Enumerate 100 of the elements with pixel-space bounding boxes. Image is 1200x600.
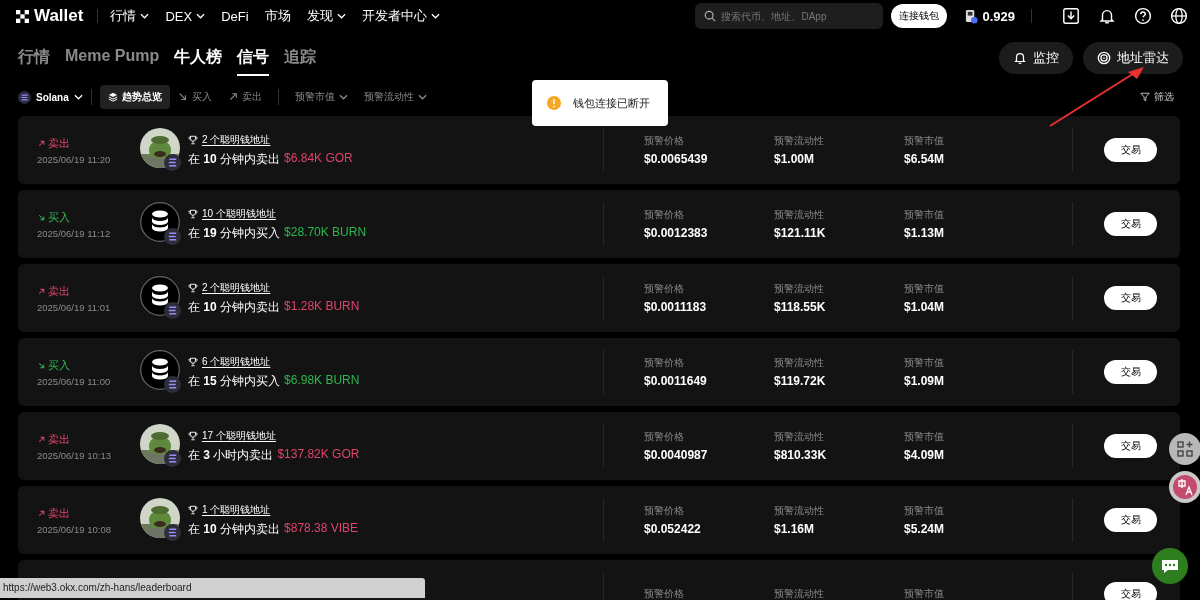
trade-amount: $137.82K GOR — [277, 446, 360, 463]
translate-icon[interactable] — [1169, 471, 1200, 503]
trade-side-label: 卖出 — [48, 135, 70, 151]
smart-wallet-link[interactable]: 2 个聪明钱地址 — [202, 280, 271, 295]
metric-value: $810.33K — [774, 447, 828, 462]
smart-wallet-link[interactable]: 2 个聪明钱地址 — [202, 132, 271, 147]
smart-wallet-link[interactable]: 10 个聪明钱地址 — [202, 206, 276, 221]
metric-value: $0.0012383 — [644, 225, 709, 240]
metric-label: 预警市值 — [904, 430, 945, 444]
bell-icon — [1013, 51, 1027, 65]
tab[interactable]: 行情 — [18, 40, 50, 76]
metric-label: 预警价格 — [644, 430, 685, 444]
trade-button[interactable]: 交易 — [1104, 212, 1157, 236]
trade-side-label: 卖出 — [48, 431, 70, 447]
tab[interactable]: Meme Pump — [65, 40, 160, 76]
trade-button[interactable]: 交易 — [1104, 434, 1157, 458]
chevron-down-icon — [338, 94, 348, 100]
apps-icon[interactable] — [1169, 433, 1200, 465]
metric-value: $1.04M — [904, 299, 946, 314]
nav-menu-item[interactable]: 行情 — [110, 7, 137, 25]
action-button[interactable]: 地址雷达 — [1083, 42, 1183, 74]
chevron-down-icon[interactable] — [140, 13, 150, 19]
trade-button[interactable]: 交易 — [1104, 138, 1157, 162]
smart-wallet-link[interactable]: 1 个聪明钱地址 — [202, 502, 271, 517]
help-icon[interactable] — [1134, 7, 1152, 25]
metric-label: 预警价格 — [644, 208, 685, 222]
metric-value: $0.0011183 — [644, 299, 708, 314]
action-button[interactable]: 监控 — [999, 42, 1073, 74]
metric-value: $0.0065439 — [644, 151, 709, 166]
signal-summary: 在 10 分钟内卖出 — [188, 298, 281, 316]
trade-amount: $1.28K BURN — [284, 298, 360, 315]
search-field[interactable]: 搜索代币、地址、DApp — [695, 3, 884, 29]
nav-menu-item[interactable]: 市场 — [264, 7, 291, 25]
nav-menu-item[interactable]: 发现 — [306, 7, 333, 25]
chevron-down-icon — [73, 94, 83, 100]
chat-icon[interactable] — [1152, 548, 1188, 584]
solana-badge-icon — [164, 228, 181, 245]
metric-value: $118.55K — [774, 299, 827, 314]
filter-option[interactable]: 卖出 — [219, 85, 270, 109]
metric-value: $1.16M — [774, 521, 816, 536]
chevron-down-icon[interactable] — [196, 13, 206, 19]
trade-side-label: 买入 — [48, 357, 70, 373]
status-bar-url: https://web3.okx.com/zh-hans/leaderboard — [0, 578, 425, 598]
filter-option[interactable]: 预警流动性 — [355, 85, 435, 109]
trophy-icon — [188, 430, 198, 441]
signal-time: 2025/06/19 11:01 — [37, 301, 112, 313]
nav-menu-item[interactable]: 开发者中心 — [361, 7, 427, 25]
layers-icon — [107, 92, 118, 102]
gas-icon — [965, 8, 979, 24]
metric-label: 预警市值 — [904, 587, 945, 600]
solana-badge-icon — [164, 450, 181, 467]
filter-option[interactable]: 预警市值 — [286, 85, 356, 109]
trade-button[interactable]: 交易 — [1104, 286, 1157, 310]
signal-time: 2025/06/19 11:00 — [37, 375, 112, 387]
logo-text: Wallet — [34, 6, 84, 26]
trade-button[interactable]: 交易 — [1104, 508, 1157, 532]
chevron-down-icon — [417, 94, 427, 100]
chevron-down-icon[interactable] — [430, 13, 440, 19]
trade-button[interactable]: 交易 — [1104, 360, 1157, 384]
metric-value: $4.09M — [904, 447, 946, 462]
signal-summary: 在 10 分钟内卖出 — [188, 520, 281, 538]
metric-value: $1.09M — [904, 373, 946, 388]
filter-option[interactable]: 趋势总览 — [99, 85, 170, 109]
globe-icon[interactable] — [1170, 7, 1188, 25]
smart-wallet-link[interactable]: 17 个聪明钱地址 — [202, 428, 276, 443]
nav-menu-item[interactable]: DEX — [165, 8, 193, 24]
smart-wallet-link[interactable]: 6 个聪明钱地址 — [202, 354, 271, 369]
trade-side-label: 卖出 — [48, 283, 70, 299]
metric-value: $0.0040987 — [644, 447, 709, 462]
trade-amount: $28.70K BURN — [284, 224, 367, 241]
metric-value: $121.11K — [774, 225, 827, 240]
solana-badge-icon — [164, 154, 181, 171]
tab[interactable]: 牛人榜 — [174, 40, 223, 76]
solana-badge-icon — [164, 376, 181, 393]
tab[interactable]: 信号 — [237, 40, 270, 76]
signal-time: 2025/06/19 10:08 — [37, 523, 112, 535]
chevron-down-icon[interactable] — [336, 13, 346, 19]
trade-button[interactable]: 交易 — [1104, 582, 1157, 600]
download-icon[interactable] — [1062, 7, 1080, 25]
tab[interactable]: 追踪 — [284, 40, 317, 76]
metric-label: 预警流动性 — [774, 134, 825, 148]
metric-label: 预警流动性 — [774, 208, 825, 222]
connect-wallet-button[interactable]: 连接钱包 — [891, 4, 948, 28]
metric-label: 预警价格 — [644, 587, 685, 600]
metric-label: 预警价格 — [644, 282, 685, 296]
nav-menu-item[interactable]: DeFi — [221, 8, 249, 24]
toast-message: 钱包连接已断开 — [573, 95, 650, 111]
metric-label: 预警市值 — [904, 282, 945, 296]
chain-selector[interactable]: Solana — [18, 90, 83, 104]
signal-time: 2025/06/19 10:13 — [37, 449, 112, 461]
bell-icon[interactable] — [1098, 7, 1116, 25]
signal-time: 2025/06/19 11:20 — [37, 153, 112, 165]
signal-time: 2025/06/19 11:12 — [37, 227, 112, 239]
solana-badge-icon — [164, 302, 181, 319]
metric-label: 预警价格 — [644, 134, 685, 148]
filter-button[interactable]: 筛选 — [1132, 85, 1182, 109]
metric-label: 预警流动性 — [774, 430, 825, 444]
filter-option[interactable]: 买入 — [169, 85, 220, 109]
trophy-icon — [188, 134, 198, 145]
metric-value: $5.24M — [904, 521, 946, 536]
